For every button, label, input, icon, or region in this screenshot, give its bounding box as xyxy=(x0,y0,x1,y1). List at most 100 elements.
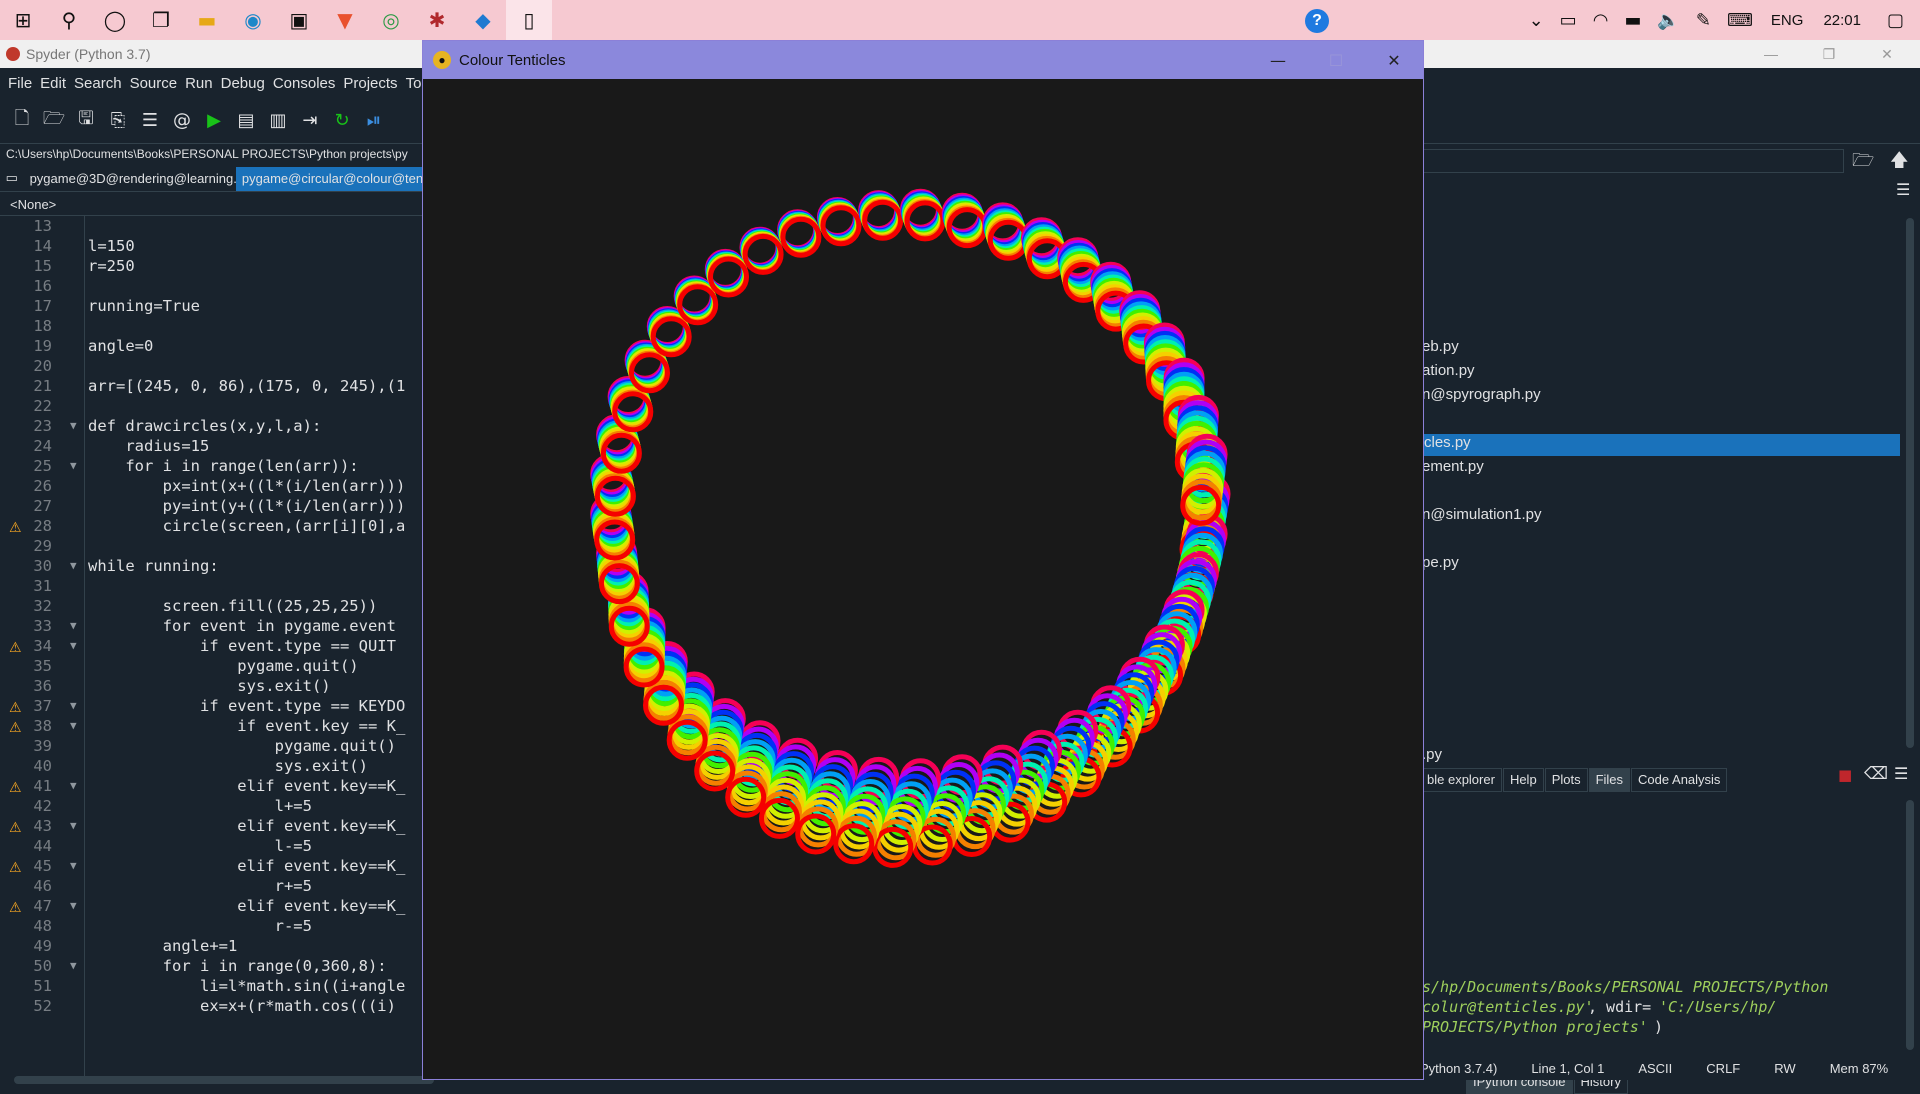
working-directory-path[interactable]: C:\Users\hp\Documents\Books\PERSONAL PRO… xyxy=(0,144,440,166)
code-line[interactable]: 46 r+=5 xyxy=(0,876,440,896)
code-line[interactable]: 40 sys.exit() xyxy=(0,756,440,776)
browse-tabs-icon[interactable]: ▭ xyxy=(0,165,24,191)
code-line[interactable]: 25 ▼ for i in range(len(arr)): xyxy=(0,456,440,476)
code-line[interactable]: 51 li=l*math.sin((i+angle xyxy=(0,976,440,996)
code-line[interactable]: 34 ⚠ ▼ if event.type == QUIT xyxy=(0,636,440,656)
minimize-icon[interactable]: — xyxy=(1249,41,1307,79)
code-line[interactable]: 32 screen.fill((25,25,25)) xyxy=(0,596,440,616)
fold-icon[interactable]: ▼ xyxy=(70,716,77,736)
fold-icon[interactable]: ▼ xyxy=(70,616,77,636)
maximize-icon[interactable]: ☐ xyxy=(1307,41,1365,79)
code-line[interactable]: 24 radius=15 xyxy=(0,436,440,456)
code-line[interactable]: 30 ▼ while running: xyxy=(0,556,440,576)
menu-debug[interactable]: Debug xyxy=(217,75,269,92)
warning-icon[interactable]: ⚠ xyxy=(9,818,22,838)
pygame-window[interactable]: ● Colour Tenticles — ☐ ✕ xyxy=(422,40,1424,1080)
menu-source[interactable]: Source xyxy=(126,75,182,92)
task-view-icon[interactable]: ❐ xyxy=(138,0,184,40)
files-scrollbar[interactable] xyxy=(1906,218,1914,748)
editor-tab[interactable]: pygame@3D@rendering@learning.py✕ xyxy=(24,167,236,191)
edge-icon[interactable]: ◉ xyxy=(230,0,276,40)
wifi-icon[interactable]: ◠ xyxy=(1585,10,1617,31)
directory-combo[interactable] xyxy=(1420,149,1844,173)
at-icon[interactable]: @ xyxy=(166,105,198,137)
new-file-icon[interactable]: 🗋 xyxy=(6,105,38,137)
menu-search[interactable]: Search xyxy=(70,75,126,92)
menu-run[interactable]: Run xyxy=(181,75,217,92)
run-icon[interactable]: ▶ xyxy=(198,105,230,137)
tab-help[interactable]: Help xyxy=(1502,768,1544,792)
menu-projects[interactable]: Projects xyxy=(339,75,401,92)
fold-icon[interactable]: ▼ xyxy=(70,816,77,836)
windows-start-icon[interactable]: ⊞ xyxy=(0,0,46,40)
clock[interactable]: 22:01 xyxy=(1813,12,1871,29)
code-line[interactable]: 42 l+=5 xyxy=(0,796,440,816)
code-line[interactable]: 20 xyxy=(0,356,440,376)
file-item[interactable]: .py xyxy=(1422,746,1442,768)
fold-icon[interactable]: ▼ xyxy=(70,776,77,796)
warning-icon[interactable]: ⚠ xyxy=(9,858,22,878)
help-icon[interactable]: ? xyxy=(1305,9,1329,33)
file-item[interactable]: n@spyrograph.py xyxy=(1422,386,1541,408)
warning-icon[interactable]: ⚠ xyxy=(9,638,22,658)
fold-icon[interactable]: ▼ xyxy=(70,556,77,576)
open-file-icon[interactable]: 🗁 xyxy=(38,105,70,137)
save-all-icon[interactable]: ⎘ xyxy=(102,105,134,137)
debug-icon[interactable]: ⏯ xyxy=(358,105,390,137)
run-cell-advance-icon[interactable]: ▥ xyxy=(262,105,294,137)
console-options-icon[interactable]: ☰ xyxy=(1894,764,1908,783)
notification-icon[interactable]: ▢ xyxy=(1871,10,1920,31)
horizontal-scrollbar[interactable] xyxy=(14,1076,434,1084)
eraser-icon[interactable]: ⌫ xyxy=(1864,764,1888,784)
restore-icon[interactable]: ❐ xyxy=(1800,40,1858,68)
vscode-icon[interactable]: ◆ xyxy=(460,0,506,40)
cortana-icon[interactable]: ◯ xyxy=(92,0,138,40)
close-icon[interactable]: ✕ xyxy=(1858,40,1916,68)
file-item[interactable]: n@simulation1.py xyxy=(1422,506,1541,528)
code-line[interactable]: 29 xyxy=(0,536,440,556)
outline-selector[interactable]: <None> xyxy=(0,192,440,216)
code-line[interactable]: 19 angle=0 xyxy=(0,336,440,356)
menu-edit[interactable]: Edit xyxy=(36,75,70,92)
save-icon[interactable]: 🖫 xyxy=(70,105,102,137)
tab-code-analysis[interactable]: Code Analysis xyxy=(1631,768,1728,792)
pane-options-icon[interactable]: ☰ xyxy=(1896,180,1910,199)
file-item[interactable]: pe.py xyxy=(1422,554,1459,576)
code-line[interactable]: 35 pygame.quit() xyxy=(0,656,440,676)
stop-icon[interactable]: ■ xyxy=(1838,766,1852,784)
code-line[interactable]: 44 l-=5 xyxy=(0,836,440,856)
warning-icon[interactable]: ⚠ xyxy=(9,718,22,738)
code-line[interactable]: 38 ⚠ ▼ if event.key == K_ xyxy=(0,716,440,736)
code-line[interactable]: 39 pygame.quit() xyxy=(0,736,440,756)
pen-icon[interactable]: ✎ xyxy=(1688,10,1719,31)
tab-plots[interactable]: Plots xyxy=(1544,768,1588,792)
fold-icon[interactable]: ▼ xyxy=(70,896,77,916)
code-line[interactable]: 26 px=int(x+((l*(i/len(arr))) xyxy=(0,476,440,496)
file-item[interactable]: cles.py xyxy=(1422,434,1900,456)
blank-app-icon[interactable]: ▯ xyxy=(506,0,552,40)
fold-icon[interactable]: ▼ xyxy=(70,956,77,976)
fold-icon[interactable]: ▼ xyxy=(70,456,77,476)
console-scrollbar[interactable] xyxy=(1906,800,1914,1050)
file-item[interactable]: ation.py xyxy=(1422,362,1475,384)
battery-icon[interactable]: ▬ xyxy=(1616,10,1649,31)
fold-icon[interactable]: ▼ xyxy=(70,416,77,436)
list-icon[interactable]: ☰ xyxy=(134,105,166,137)
close-icon[interactable]: ✕ xyxy=(1365,41,1423,79)
file-item[interactable]: eb.py xyxy=(1422,338,1459,360)
parent-dir-icon[interactable]: 🡅 xyxy=(1890,148,1909,178)
search-icon[interactable]: ⚲ xyxy=(46,0,92,40)
code-line[interactable]: 37 ⚠ ▼ if event.type == KEYDO xyxy=(0,696,440,716)
open-folder-icon[interactable]: 🗁 xyxy=(1852,148,1874,178)
editor-tab-active[interactable]: pygame@circular@colour@tenticles.py xyxy=(235,167,440,191)
code-line[interactable]: 36 sys.exit() xyxy=(0,676,440,696)
menu-file[interactable]: File xyxy=(4,75,36,92)
code-line[interactable]: 45 ⚠ ▼ elif event.key==K_ xyxy=(0,856,440,876)
code-line[interactable]: 31 xyxy=(0,576,440,596)
code-line[interactable]: 22 xyxy=(0,396,440,416)
warning-icon[interactable]: ⚠ xyxy=(9,898,22,918)
warning-icon[interactable]: ⚠ xyxy=(9,698,22,718)
code-line[interactable]: 16 xyxy=(0,276,440,296)
app-icon[interactable]: ✱ xyxy=(414,0,460,40)
keyboard-icon[interactable]: ⌨ xyxy=(1719,10,1761,31)
